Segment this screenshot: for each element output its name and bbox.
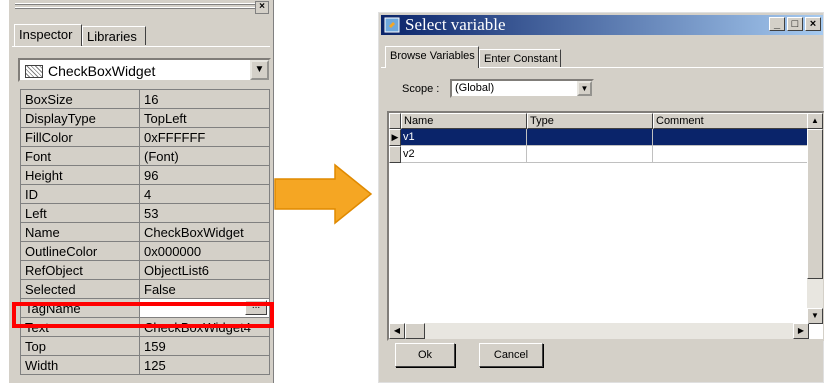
scope-select[interactable]: (Global) ▼ <box>450 79 594 98</box>
row-type <box>527 146 653 163</box>
dialog-title: Select variable <box>405 15 506 34</box>
property-row[interactable]: BoxSize 16 <box>20 89 270 109</box>
widget-combo[interactable]: CheckBoxWidget ▼ <box>18 58 271 82</box>
property-name: DisplayType <box>20 108 140 128</box>
property-name: RefObject <box>20 260 140 280</box>
property-name: OutlineColor <box>20 241 140 261</box>
vertical-scrollbar[interactable]: ▲ ▼ <box>807 113 823 324</box>
variable-list[interactable]: Name Type Comment ▶ v1 v2 ▲ ▼ ◀ ▶ <box>387 111 824 341</box>
property-value[interactable]: CheckBoxWidget <box>139 222 270 242</box>
dialog-titlebar[interactable]: Select variable _ □ × <box>381 15 823 35</box>
property-row[interactable]: Width 125 <box>20 355 270 375</box>
column-header-type[interactable]: Type <box>527 113 653 129</box>
property-value[interactable]: 4 <box>139 184 270 204</box>
scope-value: (Global) <box>455 82 495 94</box>
chevron-down-icon[interactable]: ▼ <box>577 81 592 96</box>
property-row[interactable]: Height 96 <box>20 165 270 185</box>
property-row[interactable]: Top 159 <box>20 336 270 356</box>
property-row[interactable]: FillColor 0xFFFFFF <box>20 127 270 147</box>
property-row[interactable]: Left 53 <box>20 203 270 223</box>
property-row[interactable]: DisplayType TopLeft <box>20 108 270 128</box>
property-value[interactable]: TopLeft <box>139 108 270 128</box>
tab-browse-variables[interactable]: Browse Variables <box>385 46 479 68</box>
row-comment <box>653 146 809 163</box>
scroll-down-icon[interactable]: ▼ <box>807 308 823 324</box>
widget-icon <box>25 65 43 78</box>
property-name: Width <box>20 355 140 375</box>
ok-button[interactable]: Ok <box>395 343 455 367</box>
property-name: Top <box>20 336 140 356</box>
cancel-label: Cancel <box>493 349 529 361</box>
property-value[interactable]: 16 <box>139 89 270 109</box>
scope-label: Scope : <box>402 83 440 95</box>
property-row[interactable]: ID 4 <box>20 184 270 204</box>
scroll-thumb[interactable] <box>807 129 823 279</box>
row-comment <box>653 129 809 146</box>
tab-libraries[interactable]: Libraries <box>82 26 146 45</box>
drag-grip[interactable] <box>15 3 257 11</box>
inspector-titlebar[interactable]: × <box>9 0 273 14</box>
property-name: Selected <box>20 279 140 299</box>
scroll-left-icon[interactable]: ◀ <box>389 323 405 339</box>
column-header-name[interactable]: Name <box>401 113 527 129</box>
property-name: BoxSize <box>20 89 140 109</box>
row-name: v1 <box>401 129 527 146</box>
scroll-up-icon[interactable]: ▲ <box>807 113 823 129</box>
ok-label: Ok <box>417 349 433 361</box>
select-variable-dialog: Select variable _ □ × Browse Variables E… <box>378 12 824 383</box>
cancel-button[interactable]: Cancel <box>479 343 543 367</box>
row-name: v2 <box>401 146 527 163</box>
property-value[interactable]: 159 <box>139 336 270 356</box>
property-grid: BoxSize 16 DisplayType TopLeft FillColor 0x… <box>20 89 270 375</box>
property-value[interactable]: 125 <box>139 355 270 375</box>
horizontal-scrollbar[interactable]: ◀ ▶ <box>389 323 809 339</box>
column-header-comment[interactable]: Comment <box>653 113 809 129</box>
property-name: Left <box>20 203 140 223</box>
row-type <box>527 129 653 146</box>
property-row[interactable]: Font (Font) <box>20 146 270 166</box>
property-value[interactable]: 0x000000 <box>139 241 270 261</box>
property-value[interactable]: 96 <box>139 165 270 185</box>
arrow-right-icon <box>274 163 373 225</box>
tab-enter-constant[interactable]: Enter Constant <box>479 49 561 68</box>
arrow-shape <box>274 163 373 225</box>
property-row[interactable]: Selected False <box>20 279 270 299</box>
close-icon[interactable]: × <box>255 1 269 14</box>
highlight-box <box>12 302 274 328</box>
property-row[interactable]: OutlineColor 0x000000 <box>20 241 270 261</box>
property-value[interactable]: 0xFFFFFF <box>139 127 270 147</box>
row-pointer-icon: ▶ <box>389 129 401 146</box>
property-name: Height <box>20 165 140 185</box>
app-icon <box>384 17 400 33</box>
scroll-right-icon[interactable]: ▶ <box>793 323 809 339</box>
property-name: Name <box>20 222 140 242</box>
property-row[interactable]: Name CheckBoxWidget <box>20 222 270 242</box>
property-value[interactable]: (Font) <box>139 146 270 166</box>
table-row[interactable]: ▶ v1 <box>389 129 809 146</box>
widget-combo-value: CheckBoxWidget <box>48 63 156 79</box>
property-name: ID <box>20 184 140 204</box>
property-value[interactable]: ObjectList6 <box>139 260 270 280</box>
property-name: FillColor <box>20 127 140 147</box>
chevron-down-icon[interactable]: ▼ <box>250 60 269 80</box>
tab-inspector[interactable]: Inspector <box>14 24 82 46</box>
property-row[interactable]: RefObject ObjectList6 <box>20 260 270 280</box>
row-indicator <box>389 146 401 163</box>
property-value[interactable]: 53 <box>139 203 270 223</box>
header-corner <box>389 113 401 129</box>
minimize-icon[interactable]: _ <box>769 17 785 31</box>
table-row[interactable]: v2 <box>389 146 809 163</box>
scroll-thumb-h[interactable] <box>405 323 425 339</box>
property-value[interactable]: False <box>139 279 270 299</box>
close-icon[interactable]: × <box>805 17 821 31</box>
maximize-icon[interactable]: □ <box>787 17 803 31</box>
property-name: Font <box>20 146 140 166</box>
